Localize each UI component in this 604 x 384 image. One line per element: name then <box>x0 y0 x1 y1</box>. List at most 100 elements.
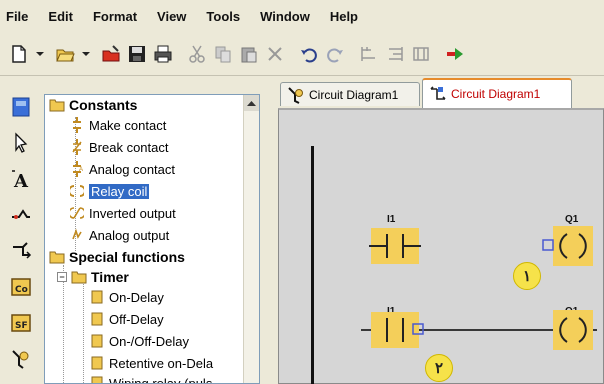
tool-pointer[interactable] <box>5 128 37 158</box>
block-tree: Constants Make contact Break contact A A… <box>44 94 260 384</box>
tree-item-analog-output[interactable]: Analog output <box>69 225 169 245</box>
tree-item-on-delay[interactable]: On-Delay <box>89 287 164 307</box>
chevron-down-icon <box>36 51 44 56</box>
tree-group-label: Constants <box>69 97 138 113</box>
tree-item-make-contact[interactable]: Make contact <box>69 115 166 135</box>
pointer-icon <box>15 132 28 153</box>
tree-group-label: Timer <box>91 269 129 285</box>
tree-group-timer[interactable]: − Timer <box>57 267 129 287</box>
tree-item-inverted-output[interactable]: Inverted output <box>69 203 176 223</box>
run-button[interactable] <box>444 42 466 66</box>
menu-help[interactable]: Help <box>330 9 358 24</box>
svg-text:A: A <box>13 171 29 191</box>
tab-circuit-diagram-1-active[interactable]: Circuit Diagram1 <box>422 78 572 108</box>
menu-tools[interactable]: Tools <box>206 9 240 24</box>
open-recent-icon <box>102 44 120 61</box>
relay-coil-block[interactable] <box>531 308 597 352</box>
menu-bar: File Edit Format View Tools Window Help <box>0 0 604 32</box>
tree-group-special-functions[interactable]: Special functions <box>49 247 185 267</box>
delete-button[interactable] <box>264 42 286 66</box>
tree-item-wiping-relay[interactable]: Wiping relay (puls <box>89 373 212 383</box>
tool-strip: A Co SF <box>0 88 42 384</box>
analog-output-icon <box>69 227 85 243</box>
tree-group-constants[interactable]: Constants <box>49 95 137 115</box>
inverted-output-icon <box>69 205 85 221</box>
tool-co-block[interactable]: Co <box>5 272 37 302</box>
tool-connect[interactable] <box>5 200 37 230</box>
align-button[interactable] <box>358 42 380 66</box>
tool-text[interactable]: A <box>5 164 37 194</box>
cut-button[interactable] <box>186 42 208 66</box>
break-contact-icon <box>69 139 85 155</box>
svg-text:SF: SF <box>15 321 28 331</box>
undo-icon <box>301 47 317 62</box>
delete-icon <box>268 46 282 61</box>
tree-item-off-delay[interactable]: Off-Delay <box>89 309 164 329</box>
open-button[interactable] <box>54 42 76 66</box>
relay-coil-icon <box>69 183 85 199</box>
tree-item-label: Off-Delay <box>109 311 164 327</box>
tree-item-label: Inverted output <box>89 205 176 221</box>
menu-format[interactable]: Format <box>93 9 137 24</box>
make-contact-icon <box>69 117 85 133</box>
align-group-button[interactable] <box>410 42 432 66</box>
open-recent-button[interactable] <box>100 42 122 66</box>
sf-block-icon: SF <box>11 314 31 332</box>
undo-button[interactable] <box>298 42 320 66</box>
split-icon <box>13 242 32 259</box>
tool-split[interactable] <box>5 236 37 266</box>
on-delay-icon <box>89 289 105 305</box>
menu-file[interactable]: File <box>6 9 28 24</box>
tree-item-break-contact[interactable]: Break contact <box>69 137 169 157</box>
svg-text:Co: Co <box>15 285 28 295</box>
tree-item-label: On-Delay <box>109 289 164 305</box>
open-dropdown[interactable] <box>80 42 92 66</box>
tree-item-label: Relay coil <box>89 183 150 199</box>
contact-label-row1: I1 <box>387 214 396 225</box>
new-icon <box>12 44 26 63</box>
make-contact-block[interactable] <box>365 310 425 350</box>
diagram-canvas[interactable]: I1 Q1 I1 Q1 ١ ٢ <box>278 108 604 384</box>
align-right-button[interactable] <box>384 42 406 66</box>
retentive-on-delay-icon <box>89 355 105 371</box>
menu-window[interactable]: Window <box>260 9 310 24</box>
paste-button[interactable] <box>238 42 260 66</box>
tree-item-on-off-delay[interactable]: On-/Off-Delay <box>89 331 189 351</box>
print-button[interactable] <box>152 42 174 66</box>
circuit-diagram-icon <box>287 86 305 104</box>
tree-item-relay-coil[interactable]: Relay coil <box>69 181 150 201</box>
copy-button[interactable] <box>212 42 234 66</box>
new-button[interactable] <box>8 42 30 66</box>
tool-sf-block[interactable]: SF <box>5 308 37 338</box>
tree-item-label: Make contact <box>89 117 167 133</box>
new-dropdown[interactable] <box>34 42 46 66</box>
on-off-delay-icon <box>89 333 105 349</box>
circuit-diagram-icon <box>429 85 447 103</box>
tab-circuit-diagram-1[interactable]: Circuit Diagram1 <box>280 82 420 106</box>
open-icon <box>56 49 75 61</box>
scroll-up-button[interactable] <box>244 95 259 111</box>
tab-bar: Circuit Diagram1 Circuit Diagram1 <box>270 76 604 108</box>
collapse-icon[interactable]: − <box>57 272 67 282</box>
tool-wiring[interactable] <box>5 344 37 374</box>
menu-view[interactable]: View <box>157 9 186 24</box>
redo-button[interactable] <box>324 42 346 66</box>
off-delay-icon <box>89 311 105 327</box>
tool-block[interactable] <box>5 92 37 122</box>
text-icon: A <box>12 170 29 191</box>
make-contact-block[interactable] <box>365 226 425 266</box>
tree-scrollbar[interactable] <box>243 95 259 383</box>
tree-item-label: On-/Off-Delay <box>109 333 189 349</box>
align-group-icon <box>413 46 429 61</box>
connect-icon <box>12 209 30 219</box>
menu-edit[interactable]: Edit <box>48 9 73 24</box>
tree-item-analog-contact[interactable]: A Analog contact <box>69 159 175 179</box>
co-block-icon: Co <box>11 278 31 296</box>
tree-group-label: Special functions <box>69 249 185 265</box>
tree-item-retentive-on-delay[interactable]: Retentive on-Dela <box>89 353 213 373</box>
tree-item-label: Analog contact <box>89 161 176 177</box>
align-icon <box>361 46 375 61</box>
save-button[interactable] <box>126 42 148 66</box>
relay-coil-block[interactable] <box>531 224 597 268</box>
folder-open-icon <box>49 97 65 113</box>
